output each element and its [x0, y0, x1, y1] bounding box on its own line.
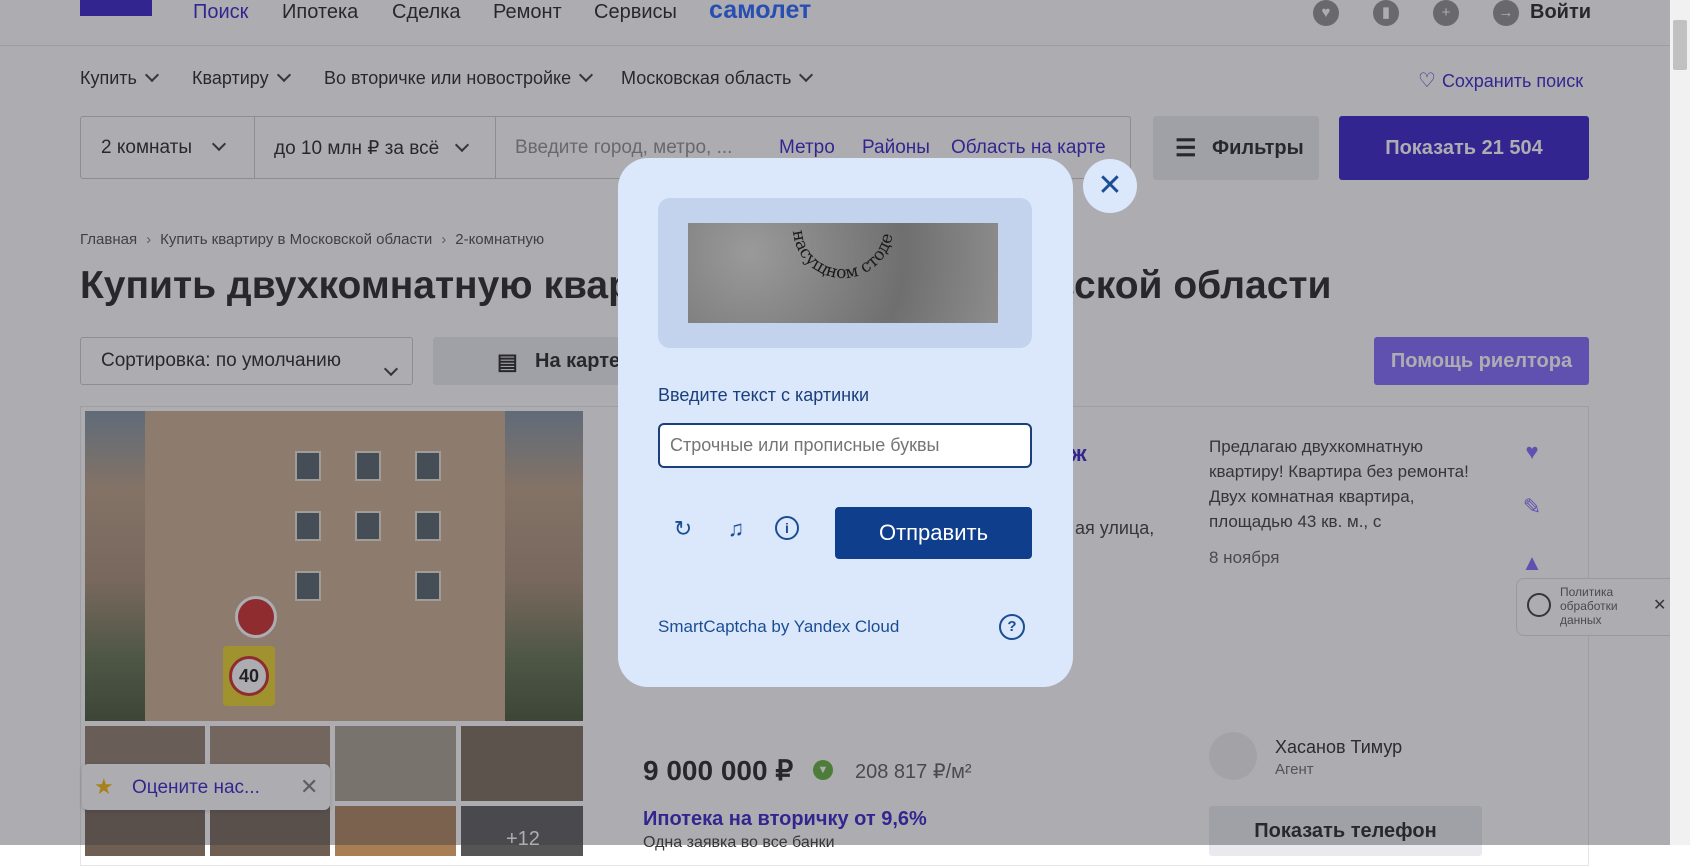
captcha-image-text: насущном стоде: [788, 229, 898, 284]
help-icon[interactable]: ?: [999, 614, 1025, 640]
close-icon: ✕: [1097, 169, 1123, 202]
captcha-prompt: Введите текст с картинки: [658, 385, 870, 405]
captcha-image-frame: насущном стоде: [658, 198, 1032, 348]
close-button[interactable]: ✕: [1083, 159, 1137, 213]
scrollbar[interactable]: [1670, 0, 1690, 845]
headphones-icon[interactable]: ♫: [723, 516, 749, 542]
scrollbar-thumb[interactable]: [1673, 20, 1687, 70]
captcha-provider-link[interactable]: SmartCaptcha by Yandex Cloud: [658, 617, 899, 637]
captcha-image: насущном стоде: [688, 223, 998, 323]
refresh-icon[interactable]: ↻: [670, 516, 696, 542]
captcha-submit-button[interactable]: Отправить: [835, 507, 1032, 559]
captcha-input[interactable]: [658, 423, 1032, 468]
captcha-dialog: насущном стоде Введите текст с картинки …: [618, 158, 1073, 687]
info-icon[interactable]: i: [775, 516, 799, 540]
svg-text:насущном стоде: насущном стоде: [788, 229, 898, 284]
